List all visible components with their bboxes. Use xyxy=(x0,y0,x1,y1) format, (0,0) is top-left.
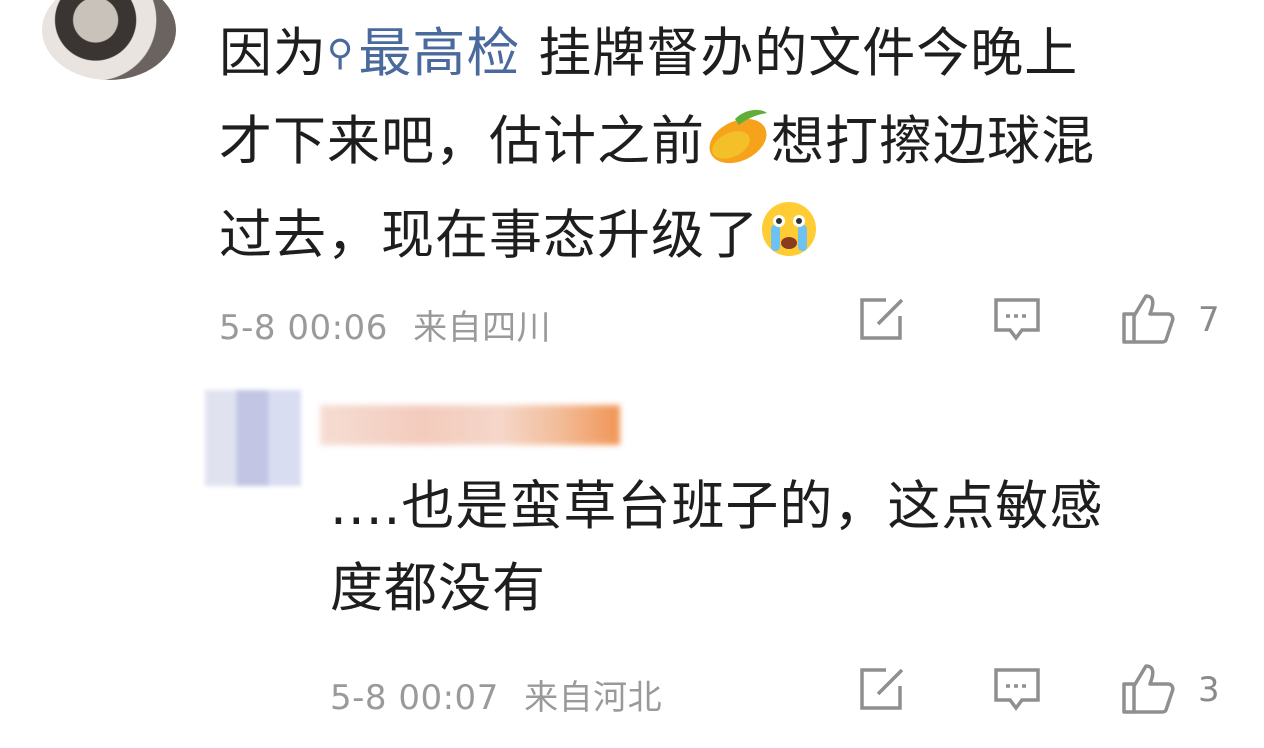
comment-text-line3: 过去，现在事态升级了 xyxy=(219,205,759,266)
comment-time: 5-8 00:06 xyxy=(219,308,388,348)
search-icon: ⚲ xyxy=(327,33,355,74)
reply-text-line1: ....也是蛮草台班子的，这点敏感 xyxy=(330,476,1104,537)
reply-meta: 5-8 00:07 来自河北 xyxy=(330,670,662,719)
reply-username[interactable] xyxy=(320,405,620,445)
commenter-avatar[interactable] xyxy=(42,0,176,80)
topic-link[interactable]: ⚲最高检 xyxy=(327,23,520,84)
comment-meta: 5-8 00:06 来自四川 xyxy=(219,300,551,349)
share-edit-icon[interactable] xyxy=(858,296,908,346)
comment-text-line2b: 想打擦边球混 xyxy=(771,111,1095,172)
reply-thumbs-up-icon[interactable] xyxy=(1120,662,1176,720)
reply-body: ....也是蛮草台班子的，这点敏感 度都没有 xyxy=(330,466,1210,630)
reply-like-count: 3 xyxy=(1198,670,1220,710)
comment-text-line2a: 才下来吧，估计之前 xyxy=(219,111,705,172)
reply-comment-bubble-icon[interactable] xyxy=(992,666,1042,718)
comment-like-count: 7 xyxy=(1198,300,1220,340)
comment-bubble-icon[interactable] xyxy=(992,296,1042,348)
reply-text-line2: 度都没有 xyxy=(330,558,546,619)
reply-share-edit-icon[interactable] xyxy=(858,666,908,716)
comment-text-start: 因为 xyxy=(219,23,327,84)
thumbs-up-icon[interactable] xyxy=(1120,292,1176,350)
mango-emoji-icon xyxy=(705,104,771,192)
reply-time: 5-8 00:07 xyxy=(330,678,499,718)
comment-text-line1: 挂牌督办的文件今晚上 xyxy=(520,23,1079,84)
topic-label: 最高检 xyxy=(358,23,521,84)
crying-face-emoji-icon xyxy=(759,198,819,286)
reply-avatar[interactable] xyxy=(205,390,301,486)
reply-location: 来自河北 xyxy=(524,678,663,718)
comment-location: 来自四川 xyxy=(413,308,552,348)
comment-body: 因为⚲最高检 挂牌督办的文件今晚上 才下来吧，估计之前 想打擦边球混 过去，现在… xyxy=(219,10,1219,286)
